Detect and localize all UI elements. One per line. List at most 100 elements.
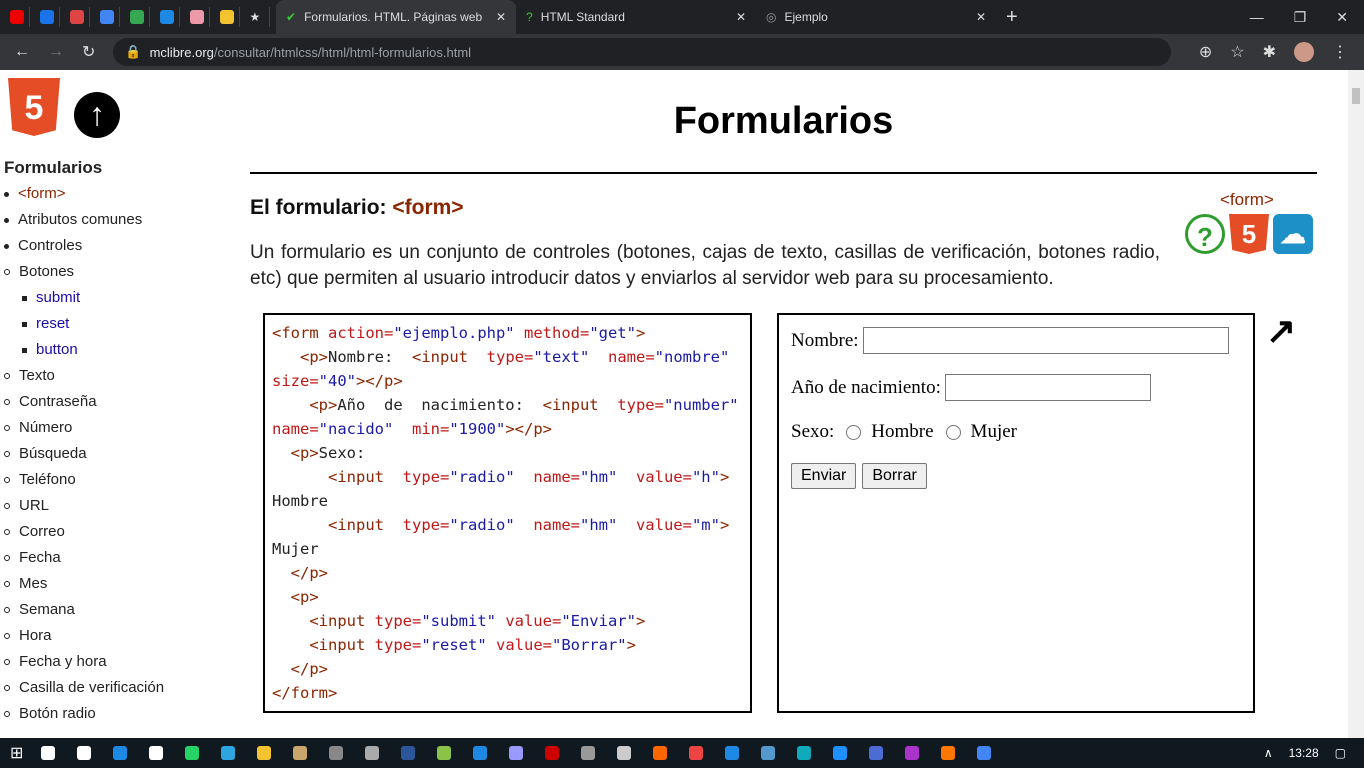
sidebar-item[interactable]: Hora bbox=[4, 626, 164, 652]
sidebar-item[interactable]: URL bbox=[4, 496, 164, 522]
sidebar-item[interactable]: submit bbox=[4, 288, 164, 314]
sidebar-item-label[interactable]: Búsqueda bbox=[19, 445, 87, 462]
sidebar-item[interactable]: Fecha y hora bbox=[4, 652, 164, 678]
help-icon[interactable]: ? bbox=[1185, 214, 1225, 254]
sidebar-item-label[interactable]: Botones bbox=[19, 263, 74, 280]
taskbar-app-3[interactable] bbox=[145, 744, 167, 762]
sidebar-item-label[interactable]: Hora bbox=[19, 627, 52, 644]
sidebar-item[interactable]: Mes bbox=[4, 574, 164, 600]
mdn-icon[interactable]: ☁ bbox=[1273, 214, 1313, 254]
taskbar-app-1[interactable] bbox=[73, 744, 95, 762]
tab-0[interactable]: ✔ Formularios. HTML. Páginas web ✕ bbox=[276, 0, 516, 34]
taskbar-app-13[interactable] bbox=[505, 744, 527, 762]
taskbar-app-9[interactable] bbox=[361, 744, 383, 762]
sidebar-item[interactable]: Botones bbox=[4, 262, 164, 288]
new-tab-button[interactable]: + bbox=[1006, 6, 1018, 29]
close-window-icon[interactable]: ✕ bbox=[1336, 9, 1348, 26]
bookmark-star-icon[interactable]: ☆ bbox=[1230, 42, 1244, 62]
bookmark-calendar[interactable] bbox=[94, 7, 120, 27]
external-link-icon[interactable]: ↗ bbox=[1266, 310, 1296, 352]
minimize-icon[interactable]: — bbox=[1250, 9, 1264, 26]
sidebar-item[interactable]: Fecha bbox=[4, 548, 164, 574]
reset-button[interactable]: Borrar bbox=[862, 463, 927, 489]
submit-button[interactable]: Enviar bbox=[791, 463, 857, 489]
notifications-icon[interactable]: ▢ bbox=[1335, 746, 1346, 760]
sidebar-item-label[interactable]: submit bbox=[36, 289, 80, 306]
tab-close-icon[interactable]: ✕ bbox=[736, 10, 746, 24]
bookmark-gmail[interactable] bbox=[64, 7, 90, 27]
tray-chevron-icon[interactable]: ∧ bbox=[1264, 746, 1273, 760]
sidebar-item-label[interactable]: Teléfono bbox=[19, 471, 76, 488]
taskbar-app-23[interactable] bbox=[865, 744, 887, 762]
hombre-radio[interactable] bbox=[846, 424, 862, 440]
scrollbar[interactable] bbox=[1348, 70, 1364, 738]
tab-1[interactable]: ? HTML Standard ✕ bbox=[516, 0, 756, 34]
taskbar-app-16[interactable] bbox=[613, 744, 635, 762]
nombre-input[interactable] bbox=[862, 327, 1229, 354]
taskbar-app-12[interactable] bbox=[469, 744, 491, 762]
taskbar-app-6[interactable] bbox=[253, 744, 275, 762]
sidebar-item-label[interactable]: Número bbox=[19, 419, 72, 436]
zoom-icon[interactable]: ⊕ bbox=[1199, 42, 1212, 62]
sidebar-item-label[interactable]: Fecha y hora bbox=[19, 653, 107, 670]
sidebar-item-label[interactable]: Controles bbox=[18, 237, 82, 254]
sidebar-item[interactable]: Correo bbox=[4, 522, 164, 548]
taskbar-app-11[interactable] bbox=[433, 744, 455, 762]
taskbar-app-17[interactable] bbox=[649, 744, 671, 762]
taskbar-app-7[interactable] bbox=[289, 744, 311, 762]
sidebar-item[interactable]: Botón radio bbox=[4, 704, 164, 730]
nacido-input[interactable] bbox=[944, 374, 1151, 401]
sidebar-item[interactable]: Contraseña bbox=[4, 392, 164, 418]
bookmark-star[interactable]: ★ bbox=[244, 7, 270, 27]
bookmark-mail[interactable] bbox=[154, 7, 180, 27]
bookmark-moodle[interactable] bbox=[214, 7, 240, 27]
taskbar-app-4[interactable] bbox=[181, 744, 203, 762]
sidebar-item[interactable]: reset bbox=[4, 314, 164, 340]
taskbar-app-20[interactable] bbox=[757, 744, 779, 762]
sidebar-item[interactable]: Casilla de verificación bbox=[4, 678, 164, 704]
taskbar-app-26[interactable] bbox=[973, 744, 995, 762]
scrollbar-thumb[interactable] bbox=[1352, 88, 1360, 104]
sidebar-item[interactable]: button bbox=[4, 340, 164, 366]
bookmark-dsm[interactable] bbox=[34, 7, 60, 27]
back-icon[interactable]: ← bbox=[14, 43, 30, 61]
sidebar-item[interactable]: Semana bbox=[4, 600, 164, 626]
sidebar-item-label[interactable]: Texto bbox=[19, 367, 55, 384]
mujer-radio[interactable] bbox=[945, 424, 961, 440]
tab-close-icon[interactable]: ✕ bbox=[496, 10, 506, 24]
clock[interactable]: 13:28 bbox=[1289, 746, 1319, 760]
taskbar-app-21[interactable] bbox=[793, 744, 815, 762]
taskbar-app-24[interactable] bbox=[901, 744, 923, 762]
sidebar-item-label[interactable]: Fecha bbox=[19, 549, 61, 566]
menu-icon[interactable]: ⋮ bbox=[1332, 42, 1348, 62]
html5-spec-icon[interactable]: 5 bbox=[1229, 214, 1269, 254]
tab-close-icon[interactable]: ✕ bbox=[976, 10, 986, 24]
sidebar-item-label[interactable]: URL bbox=[19, 497, 49, 514]
taskbar-app-25[interactable] bbox=[937, 744, 959, 762]
sidebar-item[interactable]: Teléfono bbox=[4, 470, 164, 496]
bookmark-chrome-app[interactable] bbox=[184, 7, 210, 27]
sidebar-item[interactable]: Texto bbox=[4, 366, 164, 392]
taskbar-app-8[interactable] bbox=[325, 744, 347, 762]
bookmark-youtube[interactable] bbox=[4, 7, 30, 27]
sidebar-item-label[interactable]: Botón radio bbox=[19, 705, 96, 722]
taskbar-app-2[interactable] bbox=[109, 744, 131, 762]
html5-logo[interactable]: 5 bbox=[8, 78, 60, 136]
extensions-icon[interactable]: ✱ bbox=[1263, 42, 1276, 62]
sidebar-item-label[interactable]: button bbox=[36, 341, 78, 358]
taskbar-app-18[interactable] bbox=[685, 744, 707, 762]
tab-2[interactable]: ◎ Ejemplo ✕ bbox=[756, 0, 996, 34]
avatar[interactable] bbox=[1294, 42, 1314, 62]
sidebar-item-label[interactable]: <form> bbox=[18, 185, 66, 202]
sidebar-item[interactable]: Atributos comunes bbox=[4, 210, 164, 236]
sidebar-item-label[interactable]: Atributos comunes bbox=[18, 211, 142, 228]
taskbar-app-19[interactable] bbox=[721, 744, 743, 762]
sidebar-item-label[interactable]: Semana bbox=[19, 601, 75, 618]
bookmark-drive[interactable] bbox=[124, 7, 150, 27]
start-icon[interactable]: ⊞ bbox=[10, 743, 23, 763]
sidebar-item[interactable]: Número bbox=[4, 418, 164, 444]
forward-icon[interactable]: → bbox=[48, 43, 64, 61]
restore-icon[interactable]: ❐ bbox=[1294, 9, 1307, 26]
taskbar-app-14[interactable] bbox=[541, 744, 563, 762]
url-input[interactable]: 🔒 mclibre.org/consultar/htmlcss/html/html… bbox=[113, 38, 1171, 66]
